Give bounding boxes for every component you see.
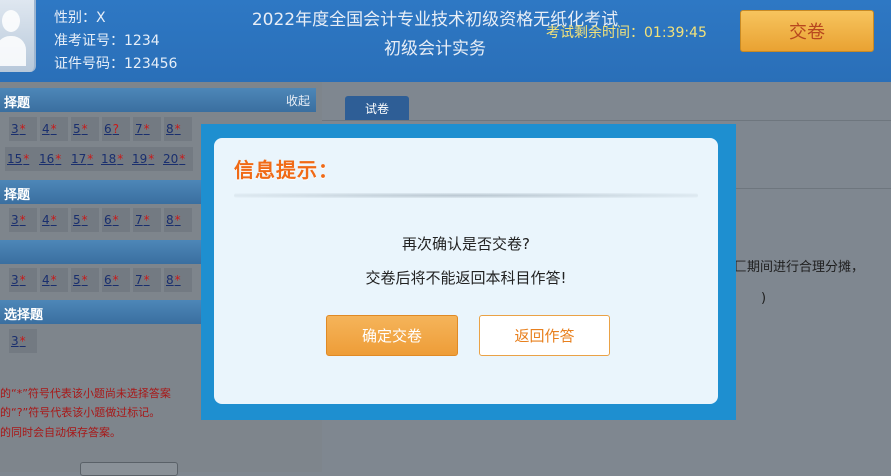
question-link[interactable]: 7* xyxy=(133,208,161,232)
return-to-answer-button[interactable]: 返回作答 xyxy=(479,315,610,356)
countdown-timer: 考试剩余时间：01:39:45 xyxy=(546,25,707,41)
dialog-message-warning: 交卷后将不能返回本科目作答! xyxy=(365,269,567,287)
dialog-title: 信息提示： xyxy=(234,158,339,182)
question-link[interactable]: 19* xyxy=(130,147,162,171)
candidate-gender: 性别：X xyxy=(54,10,106,26)
avatar-body xyxy=(0,36,26,66)
section-title: 择题 xyxy=(4,96,31,111)
dialog-divider xyxy=(234,193,698,198)
divider xyxy=(735,188,891,189)
confirm-submit-button[interactable]: 确定交卷 xyxy=(326,315,458,356)
avatar-head xyxy=(2,10,20,32)
question-link[interactable]: 5* xyxy=(71,268,99,292)
candidate-id-number: 证件号码：123456 xyxy=(54,56,178,72)
question-link[interactable]: 4* xyxy=(40,117,68,141)
question-text-fragment: ) xyxy=(761,291,767,306)
collapse-toggle[interactable]: 收起 xyxy=(286,92,310,109)
question-link[interactable]: 7* xyxy=(133,268,161,292)
question-link[interactable]: 7* xyxy=(133,117,161,141)
question-link[interactable]: 5* xyxy=(71,117,99,141)
question-link[interactable]: 6* xyxy=(102,268,130,292)
question-link[interactable]: 3* xyxy=(9,208,37,232)
exam-app: 性别：X 准考证号：1234 证件号码：123456 2022年度全国会计专业技… xyxy=(0,0,891,476)
question-link[interactable]: 17* xyxy=(69,147,101,171)
legend-flagged: 的“?”符号代表该小题做过标记。 xyxy=(0,406,161,419)
divider xyxy=(322,120,891,121)
header-bar: 性别：X 准考证号：1234 证件号码：123456 2022年度全国会计专业技… xyxy=(0,0,891,82)
question-link[interactable]: 18* xyxy=(99,147,131,171)
question-link[interactable]: 3* xyxy=(9,117,37,141)
bottom-control[interactable] xyxy=(80,462,178,476)
question-link[interactable]: 8* xyxy=(164,208,192,232)
avatar xyxy=(0,0,36,72)
section-header-1: 择题 收起 xyxy=(0,88,316,112)
legend-autosave: 的同时会自动保存答案。 xyxy=(0,426,121,439)
question-text-fragment: 匚期间进行合理分摊， xyxy=(734,260,865,275)
question-link[interactable]: 16* xyxy=(37,147,69,171)
question-link[interactable]: 6? xyxy=(102,117,130,141)
submit-exam-button[interactable]: 交卷 xyxy=(740,10,874,52)
question-link[interactable]: 4* xyxy=(40,208,68,232)
candidate-exam-number: 准考证号：1234 xyxy=(54,33,160,49)
dialog-message-confirm: 再次确认是否交卷? xyxy=(402,235,530,253)
section-title: 择题 xyxy=(4,188,31,203)
question-link[interactable]: 3* xyxy=(9,268,37,292)
question-link[interactable]: 8* xyxy=(164,268,192,292)
question-link[interactable]: 3* xyxy=(9,329,37,353)
question-link[interactable]: 15* xyxy=(5,147,37,171)
section-title: 选择题 xyxy=(4,308,44,323)
tab-paper[interactable]: 试卷 xyxy=(345,96,409,120)
question-link[interactable]: 20* xyxy=(161,147,193,171)
legend-unanswered: 的“*”符号代表该小题尚未选择答案 xyxy=(0,387,171,400)
question-link[interactable]: 6* xyxy=(102,208,130,232)
confirm-submit-dialog: 信息提示： 再次确认是否交卷? 交卷后将不能返回本科目作答! 确定交卷 返回作答 xyxy=(214,138,718,404)
question-link[interactable]: 8* xyxy=(164,117,192,141)
question-link[interactable]: 4* xyxy=(40,268,68,292)
question-link[interactable]: 5* xyxy=(71,208,99,232)
